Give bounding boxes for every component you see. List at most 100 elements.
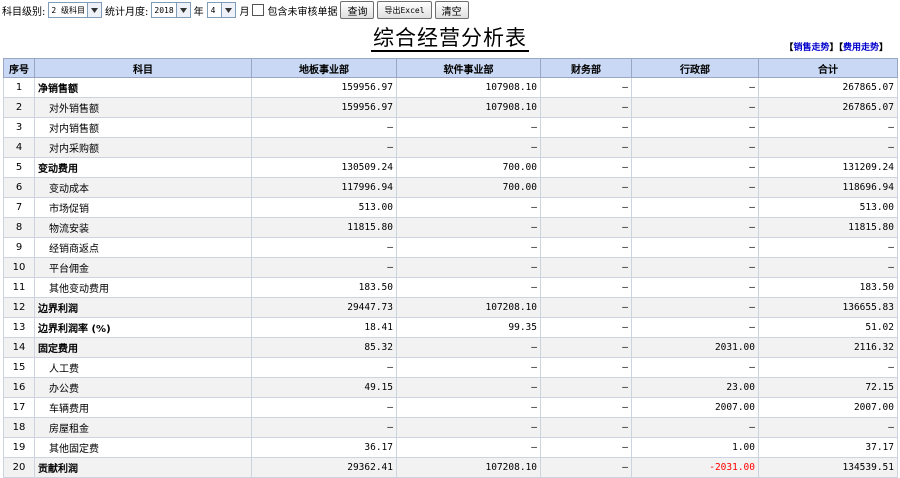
- subject-name: 市场促销: [34, 197, 252, 218]
- flooring-dept-value: 29362.41: [251, 457, 397, 478]
- row-number: 4: [3, 137, 35, 158]
- export-excel-button[interactable]: 导出Excel: [377, 1, 432, 19]
- software-dept-value: –: [396, 197, 541, 218]
- year-unit: 年: [193, 6, 204, 18]
- software-dept-value: 107208.10: [396, 297, 541, 318]
- row-number: 16: [3, 377, 35, 398]
- finance-dept-value: –: [540, 397, 632, 418]
- software-dept-value: –: [396, 377, 541, 398]
- total-value: –: [758, 357, 898, 378]
- subject-name: 净销售额: [34, 77, 252, 98]
- chevron-down-icon: [221, 3, 236, 17]
- software-dept-value: –: [396, 217, 541, 238]
- flooring-dept-value: 49.15: [251, 377, 397, 398]
- table-row: 18 房屋租金 – – – – –: [3, 417, 898, 438]
- admin-dept-value: –: [631, 257, 759, 278]
- total-value: 136655.83: [758, 297, 898, 318]
- column-header: 地板事业部: [251, 58, 397, 78]
- flooring-dept-value: 36.17: [251, 437, 397, 458]
- software-dept-value: 107908.10: [396, 97, 541, 118]
- sales-trend-link[interactable]: 销售走势: [793, 43, 829, 53]
- flooring-dept-value: 85.32: [251, 337, 397, 358]
- flooring-dept-value: 513.00: [251, 197, 397, 218]
- row-number: 13: [3, 317, 35, 338]
- admin-dept-value: –: [631, 277, 759, 298]
- month-select[interactable]: 4: [206, 2, 237, 18]
- total-value: 118696.94: [758, 177, 898, 198]
- level-label: 科目级别:: [2, 6, 46, 18]
- row-number: 14: [3, 337, 35, 358]
- finance-dept-value: –: [540, 177, 632, 198]
- row-number: 17: [3, 397, 35, 418]
- flooring-dept-value: 130509.24: [251, 157, 397, 178]
- admin-dept-value: –: [631, 177, 759, 198]
- admin-dept-value: –: [631, 137, 759, 158]
- clear-button[interactable]: 清空: [434, 1, 469, 19]
- admin-dept-value: –: [631, 417, 759, 438]
- table-row: 10 平台佣金 – – – – –: [3, 257, 898, 278]
- subject-name: 平台佣金: [34, 257, 252, 278]
- finance-dept-value: –: [540, 237, 632, 258]
- total-value: –: [758, 257, 898, 278]
- year-select-value: 2018: [154, 5, 174, 15]
- row-number: 12: [3, 297, 35, 318]
- column-header: 合计: [758, 58, 898, 78]
- total-value: 72.15: [758, 377, 898, 398]
- expense-trend-link[interactable]: 费用走势: [843, 43, 879, 53]
- row-number: 10: [3, 257, 35, 278]
- finance-dept-value: –: [540, 377, 632, 398]
- analysis-table: 序号 科目 地板事业部 软件事业部 财务部 行政部 合计 1 净销售额 159956…: [3, 58, 898, 478]
- subject-name: 对外销售额: [34, 97, 252, 118]
- finance-dept-value: –: [540, 117, 632, 138]
- finance-dept-value: –: [540, 277, 632, 298]
- query-button[interactable]: 查询: [340, 1, 375, 19]
- year-select[interactable]: 2018: [151, 2, 191, 18]
- total-value: 11815.80: [758, 217, 898, 238]
- table-row: 20 贡献利润 29362.41 107208.10– -2031.00 134539.5…: [3, 457, 898, 478]
- query-toolbar: 科目级别: 2 级科目 统计月度: 2018 年 4 月 包含未审核单据 查询 …: [2, 1, 898, 19]
- flooring-dept-value: –: [251, 237, 397, 258]
- software-dept-value: –: [396, 357, 541, 378]
- level-select[interactable]: 2 级科目: [48, 2, 103, 18]
- admin-dept-value: 1.00: [631, 437, 759, 458]
- admin-dept-value: –: [631, 237, 759, 258]
- total-value: 267865.07: [758, 77, 898, 98]
- table-row: 2 对外销售额 159956.97 107908.10– –267865.07: [3, 97, 898, 118]
- total-value: –: [758, 117, 898, 138]
- finance-dept-value: –: [540, 317, 632, 338]
- row-number: 8: [3, 217, 35, 238]
- table-row: 16 办公费 49.15– –23.00 72.15: [3, 377, 898, 398]
- table-row: 11 其他变动费用 183.50– – –183.50: [3, 277, 898, 298]
- total-value: 134539.51: [758, 457, 898, 478]
- subject-name: 其他变动费用: [34, 277, 252, 298]
- admin-dept-value: 23.00: [631, 377, 759, 398]
- software-dept-value: –: [396, 417, 541, 438]
- flooring-dept-value: –: [251, 257, 397, 278]
- row-number: 11: [3, 277, 35, 298]
- table-header-row: 序号 科目 地板事业部 软件事业部 财务部 行政部 合计: [3, 58, 898, 78]
- row-number: 2: [3, 97, 35, 118]
- subject-name: 办公费: [34, 377, 252, 398]
- flooring-dept-value: –: [251, 417, 397, 438]
- software-dept-value: –: [396, 277, 541, 298]
- subject-name: 贡献利润: [34, 457, 252, 478]
- row-number: 7: [3, 197, 35, 218]
- subject-name: 变动费用: [34, 157, 252, 178]
- finance-dept-value: –: [540, 257, 632, 278]
- admin-dept-value: –: [631, 117, 759, 138]
- subject-name: 车辆费用: [34, 397, 252, 418]
- include-unreviewed-checkbox[interactable]: [252, 4, 265, 16]
- table-body: 1 净销售额 159956.97 107908.10– –267865.07 2 对外销售额…: [3, 77, 898, 478]
- row-number: 6: [3, 177, 35, 198]
- total-value: –: [758, 417, 898, 438]
- total-value: 183.50: [758, 277, 898, 298]
- subject-name: 物流安装: [34, 217, 252, 238]
- finance-dept-value: –: [540, 417, 632, 438]
- admin-dept-value: 2031.00: [631, 337, 759, 358]
- row-number: 3: [3, 117, 35, 138]
- finance-dept-value: –: [540, 217, 632, 238]
- software-dept-value: –: [396, 437, 541, 458]
- software-dept-value: –: [396, 397, 541, 418]
- level-select-value: 2 级科目: [51, 5, 86, 15]
- flooring-dept-value: 159956.97: [251, 77, 397, 98]
